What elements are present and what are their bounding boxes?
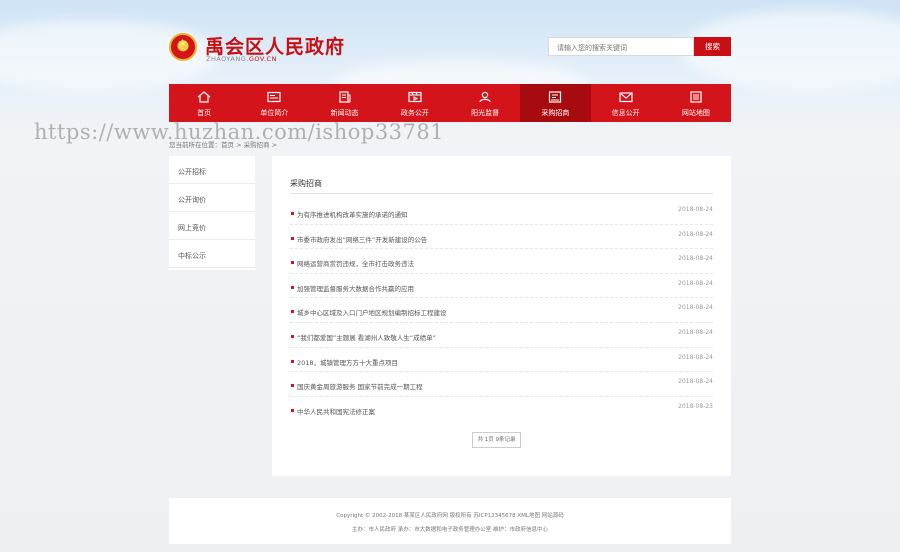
list-icon xyxy=(690,91,702,103)
site-domain: ZHAOYANG.GOV.CN xyxy=(206,55,277,63)
nav-label: 信息公开 xyxy=(611,109,640,117)
list-item-date: 2018-08-24 xyxy=(678,230,713,238)
home-icon xyxy=(197,91,211,103)
nav-item-news[interactable]: 新闻动态 xyxy=(310,84,380,122)
list-item[interactable]: 2018，城镇管理方方十大重点项目 2018-08-24 xyxy=(290,348,713,373)
national-emblem-icon xyxy=(169,33,197,61)
footer-sponsor: 主办：市人民政府 承办：市大数据和电子政务管理办公室 维护：市政府信息中心 xyxy=(352,527,548,533)
bullet-icon xyxy=(291,212,294,215)
bullet-icon xyxy=(291,236,294,240)
list-item-date: 2018-08-24 xyxy=(678,378,713,386)
nav-label: 新闻动态 xyxy=(330,109,359,117)
bullet-icon xyxy=(291,310,294,314)
pagination-info: 共 1页 9条记录 xyxy=(472,432,521,448)
watermark: https://www.huzhan.com/ishop33781 xyxy=(34,120,445,144)
mail-icon xyxy=(619,92,633,103)
bullet-icon xyxy=(291,285,294,289)
nav-item-home[interactable]: 首页 xyxy=(169,84,239,122)
bullet-icon xyxy=(291,334,294,338)
list-item-title[interactable]: 城乡中心区域及入口门户地区规划编制招标工程建设 xyxy=(297,307,447,317)
nav-item-gov-affairs[interactable]: 政务公开 xyxy=(380,84,450,122)
title-divider xyxy=(290,193,713,194)
site-header: 禹会区人民政府 ZHAOYANG.GOV.CN 请输入您的搜索关键词 搜索 xyxy=(169,30,731,70)
sidebar-item[interactable]: 公开询价 xyxy=(169,184,255,212)
main-content: 采购招商 为有序推进机构改革实施的承诺的通知 2018-08-24 市委市政府发出… xyxy=(272,156,731,476)
nav-item-info-public[interactable]: 信息公开 xyxy=(591,84,661,122)
list-item[interactable]: 为有序推进机构改革实施的承诺的通知 2018-08-24 xyxy=(290,200,713,225)
site-domain-prefix: ZHAOYANG. xyxy=(206,55,249,63)
bullet-icon xyxy=(291,384,294,388)
newspaper-icon xyxy=(339,91,351,103)
list-item-title[interactable]: “我们都爱国”主题展 看湖州人致敬人生“成绩单” xyxy=(297,332,436,342)
site-footer: Copyright © 2002-2018 某某区人民政府网 版权所有 苏ICP… xyxy=(169,498,731,544)
nav-item-sitemap[interactable]: 网站地图 xyxy=(661,84,731,122)
list-item[interactable]: 中华人民共和国宪法修正案 2018-08-23 xyxy=(290,397,713,422)
nav-label: 首页 xyxy=(197,109,212,117)
list-item[interactable]: 加强管理监督服务大数据合作共赢的应用 2018-08-24 xyxy=(290,274,713,299)
bullet-icon xyxy=(291,359,294,363)
sidebar-item[interactable]: 中标公示 xyxy=(169,240,255,268)
nav-item-supervision[interactable]: 阳光监督 xyxy=(450,84,520,122)
article-list: 为有序推进机构改革实施的承诺的通知 2018-08-24 市委市政府发出“网络三件… xyxy=(290,200,713,421)
nav-label: 网站地图 xyxy=(681,109,710,117)
list-item-title[interactable]: 国庆黄金周旅游服务 国家节前完成一期工程 xyxy=(297,381,423,391)
list-item-title[interactable]: 中华人民共和国宪法修正案 xyxy=(297,406,375,416)
bullet-icon xyxy=(291,261,294,265)
list-item[interactable]: 国庆黄金周旅游服务 国家节前完成一期工程 2018-08-24 xyxy=(290,372,713,397)
list-item[interactable]: 网络运营商赏罚违规，全市打击政务违法 2018-08-24 xyxy=(290,249,713,274)
nav-item-procurement[interactable]: 采购招商 xyxy=(520,84,591,122)
search-button[interactable]: 搜索 xyxy=(694,37,731,56)
nav-label: 政务公开 xyxy=(400,109,429,117)
list-item-date: 2018-08-24 xyxy=(678,353,713,361)
list-item-title[interactable]: 加强管理监督服务大数据合作共赢的应用 xyxy=(297,283,414,293)
list-item[interactable]: “我们都爱国”主题展 看湖州人致敬人生“成绩单” 2018-08-24 xyxy=(290,323,713,348)
list-item-date: 2018-08-24 xyxy=(678,328,713,336)
list-item[interactable]: 城乡中心区域及入口门户地区规划编制招标工程建设 2018-08-24 xyxy=(290,298,713,323)
page-title: 采购招商 xyxy=(290,179,322,188)
list-item[interactable]: 市委市政府发出“网络三件”开发新建设的公告 2018-08-24 xyxy=(290,225,713,250)
id-card-icon xyxy=(267,91,281,103)
list-item-title[interactable]: 网络运营商赏罚违规，全市打击政务违法 xyxy=(297,258,414,268)
list-item-title[interactable]: 市委市政府发出“网络三件”开发新建设的公告 xyxy=(297,234,427,244)
list-item-date: 2018-08-24 xyxy=(678,206,713,213)
sidebar: 公开招标 公开询价 网上竞价 中标公示 xyxy=(169,156,255,270)
nav-label: 采购招商 xyxy=(541,109,570,117)
nav-label: 单位简介 xyxy=(260,109,289,117)
list-item-title[interactable]: 2018，城镇管理方方十大重点项目 xyxy=(297,357,398,367)
list-item-date: 2018-08-24 xyxy=(678,255,713,263)
nav-label: 阳光监督 xyxy=(471,109,500,117)
people-icon xyxy=(479,91,491,103)
list-item-title[interactable]: 为有序推进机构改革实施的承诺的通知 xyxy=(297,209,408,219)
footer-copyright: Copyright © 2002-2018 某某区人民政府网 版权所有 苏ICP… xyxy=(336,513,564,519)
list-item-date: 2018-08-24 xyxy=(678,279,713,287)
doc-icon xyxy=(549,91,562,103)
list-item-date: 2018-08-23 xyxy=(678,402,713,410)
list-item-date: 2018-08-24 xyxy=(678,304,713,312)
bullet-icon xyxy=(291,408,294,412)
main-nav: 首页 单位简介 新闻动态 政务公开 阳光监督 采购招商 信息公开 网站地图 xyxy=(169,84,731,122)
nav-item-profile[interactable]: 单位简介 xyxy=(239,84,309,122)
site-domain-suffix: GOV.CN xyxy=(248,55,277,63)
film-icon xyxy=(408,91,422,103)
sidebar-item[interactable]: 公开招标 xyxy=(169,156,255,184)
sidebar-item[interactable]: 网上竞价 xyxy=(169,212,255,240)
search-input[interactable]: 请输入您的搜索关键词 xyxy=(548,37,694,56)
